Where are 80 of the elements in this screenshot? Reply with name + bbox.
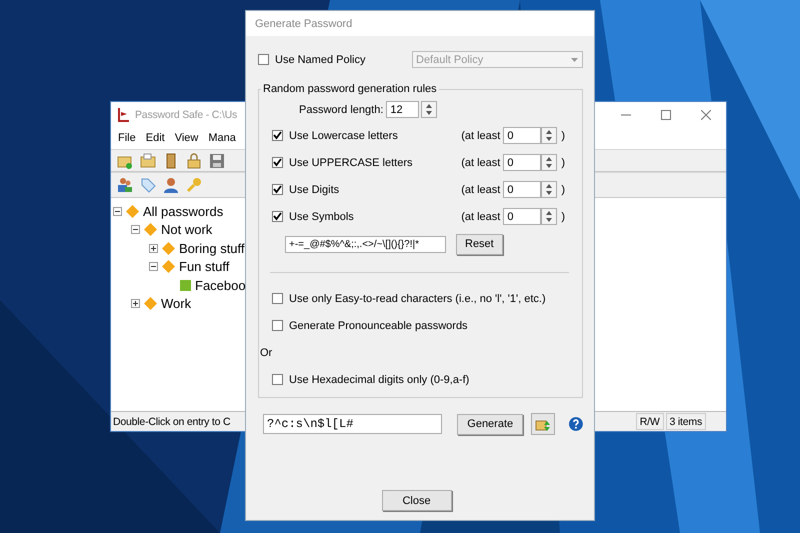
paren-text: ): [561, 156, 565, 168]
password-field[interactable]: ?^c:s\n$l[L#: [263, 414, 442, 434]
checkbox[interactable]: [272, 320, 283, 331]
menu-item[interactable]: View: [170, 132, 204, 144]
field-label: (at least: [461, 184, 500, 196]
folder-diamond-icon: [144, 297, 157, 310]
checkbox-label: Generate Pronounceable passwords: [289, 320, 468, 332]
symbols-field[interactable]: +-=_@#$%^&;:,.<>/~\[](){}?!|*: [285, 236, 446, 252]
collapse-icon[interactable]: [149, 262, 158, 272]
checkbox[interactable]: [272, 130, 283, 141]
generate-button[interactable]: Generate: [456, 414, 524, 434]
length-field[interactable]: 12: [386, 101, 420, 118]
tag-icon[interactable]: [140, 177, 156, 193]
checkbox-label: Use Hexadecimal digits only (0-9,a-f): [289, 374, 470, 386]
folder-diamond-icon: [126, 204, 139, 218]
collapse-icon[interactable]: [113, 206, 122, 216]
dialog-title: Generate Password: [246, 11, 594, 36]
checkbox-label: Use Digits: [289, 184, 340, 196]
spin-buttons[interactable]: [541, 181, 558, 198]
count-field[interactable]: 0: [503, 127, 542, 144]
checkbox-label: Use only Easy-to-read characters (i.e., no 'l', '1', etc.): [289, 292, 546, 304]
save-icon[interactable]: [209, 152, 225, 168]
status-mode: R/W: [636, 413, 664, 430]
paren-text: ): [561, 184, 565, 196]
checkbox-label: Use Symbols: [289, 210, 355, 222]
paren-text: ): [561, 210, 565, 222]
checkbox[interactable]: [258, 54, 269, 65]
tree-item[interactable]: Faceboo: [195, 278, 246, 293]
checkbox-label: Use Named Policy: [275, 54, 366, 66]
tree-item[interactable]: Fun stuff: [179, 259, 230, 274]
count-field[interactable]: 0: [503, 154, 542, 171]
field-label: Password length:: [299, 104, 384, 116]
menu-item[interactable]: Edit: [140, 132, 170, 144]
collapse-icon[interactable]: [131, 225, 140, 234]
checkbox[interactable]: [272, 184, 283, 195]
status-count: 3 items: [666, 413, 706, 430]
checkbox-label: Use UPPERCASE letters: [289, 156, 414, 168]
lock-icon[interactable]: [186, 152, 202, 168]
close-icon: [701, 110, 711, 120]
tree-item[interactable]: Not work: [161, 222, 212, 238]
tree-item[interactable]: Work: [161, 296, 192, 312]
user-icon[interactable]: [163, 177, 179, 193]
expand-icon[interactable]: [149, 244, 158, 253]
folder-diamond-icon: [162, 260, 175, 274]
maximize-icon: [661, 110, 671, 120]
count-field[interactable]: 0: [503, 208, 542, 225]
group-title: Random password generation rules: [261, 83, 439, 96]
caret-icon: [571, 58, 578, 62]
close-button[interactable]: Close: [382, 490, 452, 511]
copy-icon-button[interactable]: [531, 413, 556, 435]
spin-buttons[interactable]: [541, 208, 558, 225]
help-icon[interactable]: [569, 417, 584, 431]
window-title: Password Safe - C:\Us: [135, 108, 237, 120]
folder-diamond-icon: [162, 242, 175, 255]
tree-item[interactable]: All passwords: [143, 204, 224, 219]
spin-buttons[interactable]: [421, 101, 438, 118]
or-text: Or: [260, 346, 272, 358]
field-label: (at least: [461, 130, 500, 142]
tree-item[interactable]: Boring stuff: [179, 240, 245, 256]
checkbox-label: Use Lowercase letters: [289, 130, 399, 142]
open-folder-icon[interactable]: [140, 152, 156, 168]
count-field[interactable]: 0: [503, 181, 542, 198]
status-message: Double-Click on entry to C: [112, 416, 230, 428]
checkbox[interactable]: [272, 211, 283, 222]
app-logo-icon: [117, 108, 129, 122]
checkbox[interactable]: [272, 374, 283, 385]
menu-item[interactable]: File: [113, 132, 141, 144]
users-icon[interactable]: [117, 177, 133, 193]
paren-text: ): [561, 130, 565, 142]
field-label: (at least: [461, 210, 500, 222]
checkbox[interactable]: [272, 157, 283, 168]
spin-buttons[interactable]: [541, 154, 558, 171]
entry-icon: [180, 280, 191, 291]
reset-button[interactable]: Reset: [456, 234, 503, 254]
folder-diamond-icon: [144, 223, 157, 236]
expand-icon[interactable]: [131, 299, 140, 308]
spin-buttons[interactable]: [541, 127, 558, 144]
checkbox[interactable]: [272, 293, 283, 304]
menu-item[interactable]: Mana: [203, 132, 241, 144]
field-label: (at least: [461, 156, 500, 168]
